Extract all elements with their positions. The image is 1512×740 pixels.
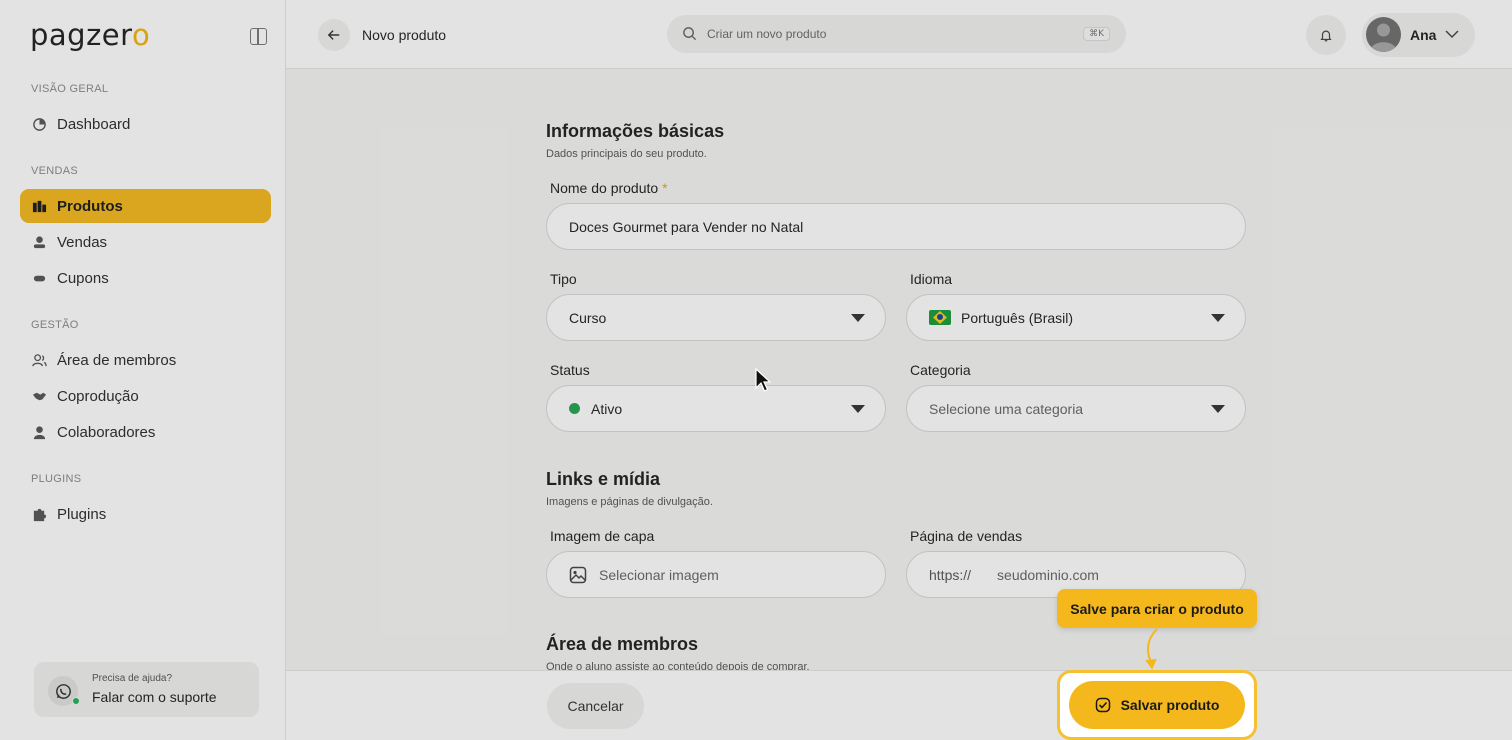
- user-name: Ana: [1410, 27, 1437, 43]
- logo-text: pagzer: [30, 18, 132, 52]
- tooltip-arrow-icon: [1145, 628, 1158, 670]
- members-area-title: Área de membros: [546, 634, 699, 654]
- product-name-value: Doces Gourmet para Vender no Natal: [569, 218, 804, 235]
- search-bar[interactable]: ⌘K: [667, 15, 1126, 53]
- support-card[interactable]: Precisa de ajuda? Falar com o suporte: [34, 662, 259, 717]
- search-shortcut-badge: ⌘K: [1083, 27, 1110, 41]
- sidebar-collapse-icon[interactable]: [250, 28, 267, 45]
- sidebar-item-label: Vendas: [57, 233, 108, 251]
- brazil-flag-icon: [929, 310, 951, 325]
- language-label: Idioma: [910, 271, 953, 287]
- form-actions-bar: Cancelar: [286, 670, 1512, 740]
- caret-down-icon: [1211, 405, 1225, 413]
- handshake-icon: [31, 388, 47, 404]
- chevron-down-icon: [1445, 30, 1459, 39]
- sidebar-item-sales[interactable]: Vendas: [20, 225, 271, 259]
- sidebar-item-coproduction[interactable]: Coprodução: [20, 379, 271, 413]
- cancel-button[interactable]: Cancelar: [547, 683, 644, 729]
- search-icon: [683, 27, 697, 41]
- basic-info-subtitle: Dados principais do seu produto.: [546, 148, 707, 160]
- sidebar-item-members-area[interactable]: Área de membros: [20, 343, 271, 377]
- save-product-button[interactable]: Salvar produto: [1069, 681, 1245, 729]
- links-media-subtitle: Imagens e páginas de divulgação.: [546, 496, 713, 508]
- sidebar-item-products[interactable]: Produtos: [20, 189, 271, 223]
- type-select[interactable]: Curso: [546, 294, 886, 341]
- cover-image-picker[interactable]: Selecionar imagem: [546, 551, 886, 598]
- brand-logo[interactable]: pagzero: [30, 18, 150, 52]
- members-area-subtitle: Onde o aluno assiste ao conteúdo depois …: [546, 661, 810, 670]
- puzzle-icon: [31, 506, 47, 522]
- page-title: Novo produto: [362, 27, 447, 43]
- status-label: Status: [550, 362, 590, 378]
- sidebar-item-dashboard[interactable]: Dashboard: [20, 107, 271, 141]
- status-dot: [569, 403, 580, 414]
- sidebar-item-label: Coprodução: [57, 387, 139, 405]
- cover-image-button-label: Selecionar imagem: [599, 566, 719, 583]
- online-status-dot: [72, 697, 80, 705]
- sidebar-item-coupons[interactable]: Cupons: [20, 261, 271, 295]
- status-select[interactable]: Ativo: [546, 385, 886, 432]
- notifications-button[interactable]: [1306, 15, 1346, 55]
- coupon-icon: [31, 270, 47, 286]
- save-button-label: Salvar produto: [1120, 697, 1220, 713]
- sidebar-item-label: Colaboradores: [57, 423, 156, 441]
- sidebar-item-label: Área de membros: [57, 351, 177, 369]
- sales-page-placeholder: seudominio.com: [997, 566, 1099, 583]
- status-value: Ativo: [591, 400, 623, 417]
- label-text: Nome do produto: [550, 180, 659, 196]
- mouse-cursor-icon: [755, 368, 771, 392]
- user-menu[interactable]: Ana: [1362, 13, 1475, 57]
- category-label: Categoria: [910, 362, 971, 378]
- logo-accent: o: [131, 18, 151, 52]
- topbar: Novo produto ⌘K Ana: [286, 0, 1512, 69]
- sales-icon: [31, 234, 47, 250]
- onboarding-tooltip: Salve para criar o produto: [1057, 589, 1257, 628]
- sales-page-label: Página de vendas: [910, 528, 1023, 544]
- members-icon: [31, 352, 47, 368]
- url-prefix: https://: [929, 566, 972, 583]
- category-select[interactable]: Selecione uma categoria: [906, 385, 1246, 432]
- caret-down-icon: [851, 314, 865, 322]
- language-value: Português (Brasil): [961, 309, 1074, 326]
- sidebar-item-label: Produtos: [57, 197, 123, 215]
- required-asterisk: *: [662, 180, 668, 196]
- products-icon: [31, 198, 47, 214]
- type-label: Tipo: [550, 271, 577, 287]
- sidebar-item-label: Plugins: [57, 505, 107, 523]
- dashboard-icon: [31, 116, 47, 132]
- product-name-label: Nome do produto *: [550, 180, 668, 196]
- sidebar-item-label: Dashboard: [57, 115, 131, 133]
- cover-image-label: Imagem de capa: [550, 528, 655, 544]
- product-name-input[interactable]: Doces Gourmet para Vender no Natal: [546, 203, 1246, 250]
- support-caption: Precisa de ajuda?: [92, 673, 173, 684]
- section-label-plugins: PLUGINS: [31, 473, 82, 485]
- product-form: Informações básicas Dados principais do …: [286, 69, 1512, 670]
- caret-down-icon: [851, 405, 865, 413]
- basic-info-title: Informações básicas: [546, 121, 725, 141]
- type-value: Curso: [569, 309, 607, 326]
- back-button[interactable]: [318, 19, 350, 51]
- sidebar-item-label: Cupons: [57, 269, 109, 287]
- image-icon: [569, 566, 587, 584]
- bell-icon: [1320, 30, 1332, 41]
- arrow-left-icon: [327, 30, 340, 40]
- caret-down-icon: [1211, 314, 1225, 322]
- links-media-title: Links e mídia: [546, 469, 661, 489]
- language-select[interactable]: Português (Brasil): [906, 294, 1246, 341]
- sidebar-item-collaborators[interactable]: Colaboradores: [20, 415, 271, 449]
- avatar: [1366, 17, 1401, 52]
- support-link[interactable]: Falar com o suporte: [92, 689, 217, 705]
- sidebar-item-plugins[interactable]: Plugins: [20, 497, 271, 531]
- sidebar: pagzero VISÃO GERAL Dashboard VENDAS Pro…: [0, 0, 286, 740]
- search-input[interactable]: [707, 15, 1067, 53]
- section-label-sales: VENDAS: [31, 165, 79, 177]
- check-circle-icon: [1095, 697, 1111, 713]
- user-icon: [31, 424, 47, 440]
- section-label-overview: VISÃO GERAL: [31, 83, 109, 95]
- category-placeholder: Selecione uma categoria: [929, 400, 1084, 417]
- section-label-management: GESTÃO: [31, 319, 79, 331]
